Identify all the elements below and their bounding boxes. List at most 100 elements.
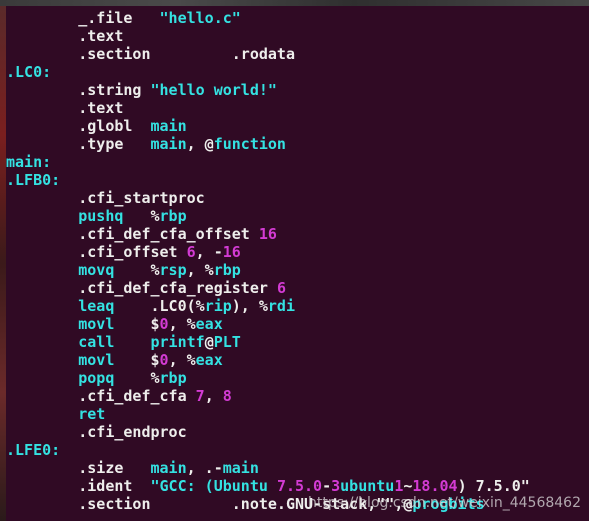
code-token: .type [78, 135, 151, 153]
code-token: , @ [186, 135, 214, 153]
code-token: 0 [159, 351, 169, 369]
code-token: _.file [78, 9, 160, 27]
terminal-line: pushq %rbp [6, 207, 187, 225]
code-token: 16 [258, 225, 277, 243]
terminal-line: call printf@PLT [6, 333, 241, 351]
terminal-line: .cfi_def_cfa_offset 16 [6, 225, 277, 243]
terminal-line: .section .rodata [6, 45, 295, 63]
terminal-line: .text [6, 99, 123, 117]
code-token: % [150, 261, 160, 279]
code-token: .string [78, 81, 151, 99]
code-token: , .- [186, 459, 223, 477]
terminal-line: movq %rsp, %rbp [6, 261, 241, 279]
code-token: eax [195, 315, 223, 333]
terminal-line: movl $0, %eax [6, 315, 223, 333]
code-token: .LFE0: [6, 441, 61, 459]
code-token: "hello.c" [159, 9, 241, 27]
code-token: 0 [159, 315, 169, 333]
code-token: 18.04 [412, 477, 458, 495]
terminal-line: .size main, .-main [6, 459, 259, 477]
code-token: .LC0(% [150, 297, 205, 315]
code-token: 7.5.0 [276, 477, 323, 495]
terminal-line: popq %rbp [6, 369, 187, 387]
code-token: ubuntu [340, 477, 395, 495]
terminal-line: .globl main [6, 117, 187, 135]
code-token: rsp [159, 261, 187, 279]
code-token: , [204, 387, 223, 405]
terminal-line: .cfi_def_cfa_register 6 [6, 279, 286, 297]
code-token: PLT [213, 333, 241, 351]
code-token: .cfi_def_cfa [78, 387, 196, 405]
code-token: printf [150, 333, 205, 351]
code-token: @ [204, 333, 214, 351]
code-token: ret [78, 405, 106, 423]
code-token: , % [168, 351, 196, 369]
code-token: .text [78, 99, 124, 117]
code-token: $ [150, 315, 160, 333]
code-token: movl [78, 351, 151, 369]
code-token: main [222, 459, 259, 477]
code-token: , - [195, 243, 223, 261]
code-token: pushq [78, 207, 151, 225]
code-token: "hello world!" [150, 81, 277, 99]
code-token: .cfi_offset [78, 243, 187, 261]
code-token: % [150, 369, 160, 387]
code-token: rbp [159, 207, 187, 225]
terminal-line: movl $0, %eax [6, 351, 223, 369]
code-token: .LC0: [6, 63, 52, 81]
code-token: call [78, 333, 151, 351]
code-token: - [322, 477, 332, 495]
code-token: , % [186, 261, 214, 279]
code-token: movq [78, 261, 151, 279]
code-token: .ident [78, 477, 151, 495]
terminal-line: .text [6, 27, 123, 45]
terminal-line: .cfi_def_cfa 7, 8 [6, 387, 232, 405]
code-token: rbp [159, 369, 187, 387]
code-token: 16 [222, 243, 241, 261]
code-token: ) 7.5.0" [457, 477, 530, 495]
code-token: main [150, 135, 187, 153]
code-token: $ [150, 351, 160, 369]
code-token: rdi [267, 297, 295, 315]
code-token: movl [78, 315, 151, 333]
code-token: 7 [195, 387, 205, 405]
terminal-line: main: [6, 153, 51, 171]
terminal-window[interactable]: _.file "hello.c" .text .section .rodata.… [6, 6, 589, 521]
code-token: .section .rodata [78, 45, 295, 63]
code-token: rbp [213, 261, 241, 279]
code-token: .size [78, 459, 151, 477]
terminal-line: .cfi_endproc [6, 423, 186, 441]
terminal-line: .type main, @function [6, 135, 286, 153]
terminal-line: .LFE0: [6, 441, 60, 459]
terminal-line: _.file "hello.c" [6, 9, 241, 27]
terminal-line: .cfi_offset 6, -16 [6, 243, 241, 261]
code-token: .LFB0: [6, 171, 61, 189]
code-token: 3 [331, 477, 341, 495]
code-token: main [150, 117, 187, 135]
terminal-line: ret [6, 405, 105, 423]
code-token: main: [6, 153, 52, 171]
code-token: .globl [78, 117, 151, 135]
terminal-line: leaq .LC0(%rip), %rdi [6, 297, 295, 315]
code-token: .text [78, 27, 124, 45]
code-token: "GCC: (Ubuntu [150, 477, 277, 495]
terminal-line: .LFB0: [6, 171, 60, 189]
